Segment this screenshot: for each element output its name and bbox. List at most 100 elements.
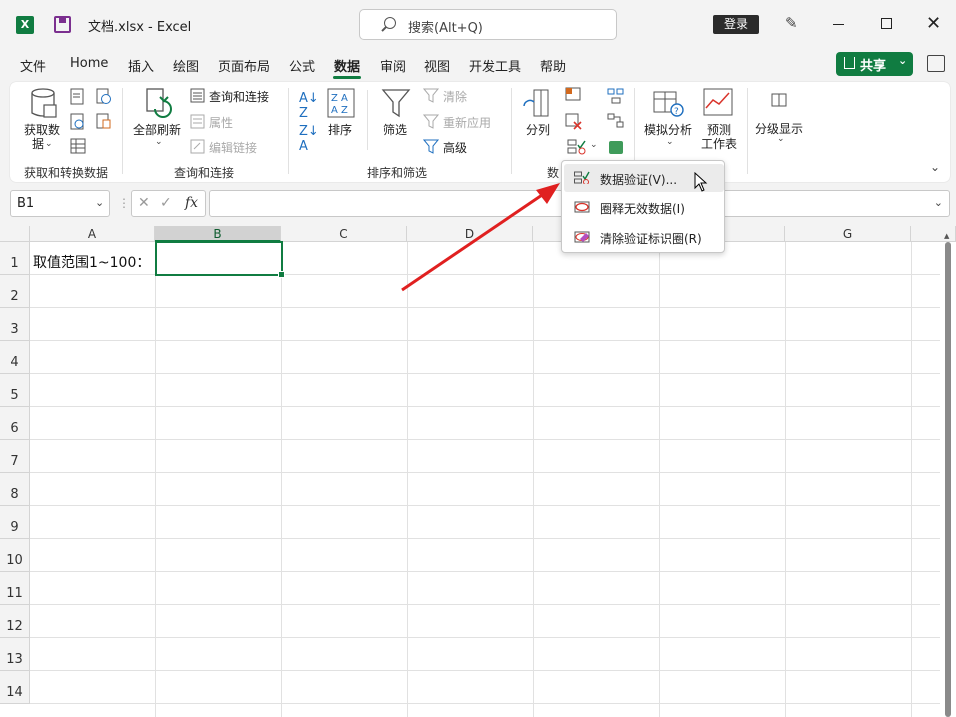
collapse-ribbon-icon[interactable]: ⌄ <box>930 160 940 174</box>
select-all-corner[interactable] <box>0 226 30 242</box>
row-header[interactable]: 11 <box>0 572 30 605</box>
svg-text:?: ? <box>674 107 679 117</box>
column-header-g[interactable]: G <box>785 226 911 242</box>
svg-text:A Z: A Z <box>331 105 348 116</box>
chevron-down-icon: ⌄ <box>95 196 105 209</box>
tab-draw[interactable]: 绘图 <box>173 56 199 75</box>
advanced-button[interactable]: 高级 <box>443 139 467 156</box>
title-bar: X 文档.xlsx - Excel 搜索(Alt+Q) 登录 ✎ ✕ <box>0 0 956 48</box>
tab-home[interactable]: Home <box>70 56 108 71</box>
maximize-button[interactable] <box>881 18 892 29</box>
row-header[interactable]: 12 <box>0 605 30 638</box>
tab-insert[interactable]: 插入 <box>128 56 154 75</box>
tab-page-layout[interactable]: 页面布局 <box>218 56 270 75</box>
search-input[interactable]: 搜索(Alt+Q) <box>359 9 617 40</box>
text-to-columns-icon <box>523 89 549 117</box>
grid-line <box>30 472 940 473</box>
share-button[interactable]: 共享 ⌄ <box>836 52 913 76</box>
edit-links-button[interactable]: 编辑链接 <box>209 139 257 156</box>
sort-ascending-icon[interactable]: A↓ Z <box>299 91 319 121</box>
annotation-arrow <box>401 183 560 292</box>
row-header[interactable]: 13 <box>0 638 30 671</box>
comments-icon[interactable] <box>927 55 945 72</box>
from-text-icon[interactable] <box>70 88 85 105</box>
menu-item-circle-invalid[interactable]: 圈释无效数据(I) <box>564 193 724 221</box>
cancel-icon[interactable]: ✕ <box>138 195 150 211</box>
grid-line <box>30 604 940 605</box>
close-button[interactable]: ✕ <box>926 14 944 34</box>
tab-formulas[interactable]: 公式 <box>289 56 315 75</box>
text-to-columns-button[interactable]: 分列 <box>526 121 550 138</box>
tab-developer[interactable]: 开发工具 <box>469 56 521 75</box>
ribbon: 获取数 据 ⌄ 获取和转换数据 全部刷新 ⌄ 查询和连接 属性 编辑链接 查询和… <box>10 82 950 241</box>
chevron-down-icon: ⌄ <box>777 134 785 144</box>
properties-button[interactable]: 属性 <box>209 114 233 131</box>
row-header[interactable]: 10 <box>0 539 30 572</box>
remove-duplicates-icon[interactable] <box>565 113 583 131</box>
scroll-up-icon[interactable]: ▲ <box>944 232 949 240</box>
sort-descending-icon[interactable]: Z↓ A <box>299 124 319 154</box>
existing-connections-icon[interactable] <box>96 113 112 130</box>
selected-cell-b1[interactable] <box>155 241 285 278</box>
tab-view[interactable]: 视图 <box>424 56 450 75</box>
reapply-button[interactable]: 重新应用 <box>443 114 491 131</box>
group-separator <box>747 88 748 174</box>
chevron-down-icon: ⌄ <box>933 196 943 209</box>
group-separator <box>122 88 123 174</box>
spreadsheet-grid[interactable]: A B C D E F G 1234567891011121314 取值范围1~… <box>0 226 956 717</box>
more-options-icon[interactable]: ⋮ <box>118 196 130 210</box>
scrollbar-thumb[interactable] <box>945 242 951 717</box>
grid-line <box>30 340 940 341</box>
relationships-icon[interactable] <box>607 113 625 129</box>
cell-a1[interactable]: 取值范围1~100： <box>33 252 150 272</box>
row-header[interactable]: 5 <box>0 374 30 407</box>
tab-data[interactable]: 数据 <box>334 56 360 75</box>
column-header-b[interactable]: B <box>155 226 281 242</box>
get-data-label-2: 据 <box>32 137 45 151</box>
refresh-all-button[interactable]: 全部刷新 <box>133 121 181 138</box>
row-header[interactable]: 8 <box>0 473 30 506</box>
vertical-scrollbar[interactable]: ▲ <box>944 232 952 717</box>
row-header[interactable]: 4 <box>0 341 30 374</box>
clear-button[interactable]: 清除 <box>443 88 467 105</box>
column-header-a[interactable]: A <box>30 226 155 242</box>
insert-function-button[interactable]: fx <box>185 195 198 211</box>
from-web-icon[interactable] <box>70 113 85 130</box>
queries-connections-button[interactable]: 查询和连接 <box>209 88 269 105</box>
sort-button[interactable]: 排序 <box>328 121 352 138</box>
tab-help[interactable]: 帮助 <box>540 56 566 75</box>
menu-item-clear-circles[interactable]: 清除验证标识圈(R) <box>564 223 724 251</box>
row-header[interactable]: 1 <box>0 242 30 275</box>
from-table-icon[interactable] <box>70 138 86 154</box>
row-header[interactable]: 2 <box>0 275 30 308</box>
tab-review[interactable]: 审阅 <box>380 56 406 75</box>
chevron-down-icon: ⌄ <box>155 137 163 147</box>
row-header[interactable]: 3 <box>0 308 30 341</box>
grid-line <box>30 406 940 407</box>
flash-fill-icon[interactable] <box>565 86 583 102</box>
data-model-icon[interactable] <box>607 139 625 155</box>
row-header[interactable]: 14 <box>0 671 30 704</box>
reapply-icon <box>423 114 440 129</box>
name-box[interactable]: B1 ⌄ <box>10 190 110 217</box>
sort-icon: Z AA Z <box>327 88 355 118</box>
minimize-button[interactable] <box>833 24 844 25</box>
consolidate-icon[interactable] <box>607 88 625 104</box>
row-header[interactable]: 6 <box>0 407 30 440</box>
tab-file[interactable]: 文件 <box>20 56 46 75</box>
menu-item-label: 数据验证(V)... <box>600 173 678 187</box>
what-if-analysis-button[interactable]: 模拟分析 <box>644 121 692 138</box>
pen-icon[interactable]: ✎ <box>785 14 803 34</box>
name-box-value: B1 <box>17 196 35 211</box>
group-separator <box>288 88 289 174</box>
login-button[interactable]: 登录 <box>713 15 759 34</box>
recent-sources-icon[interactable] <box>96 88 112 105</box>
grid-line <box>407 242 408 717</box>
row-header[interactable]: 9 <box>0 506 30 539</box>
enter-icon[interactable]: ✓ <box>160 195 172 211</box>
filter-button[interactable]: 筛选 <box>383 121 407 138</box>
row-header[interactable]: 7 <box>0 440 30 473</box>
save-icon[interactable] <box>54 16 71 33</box>
column-header-c[interactable]: C <box>281 226 407 242</box>
grid-line <box>30 703 940 704</box>
